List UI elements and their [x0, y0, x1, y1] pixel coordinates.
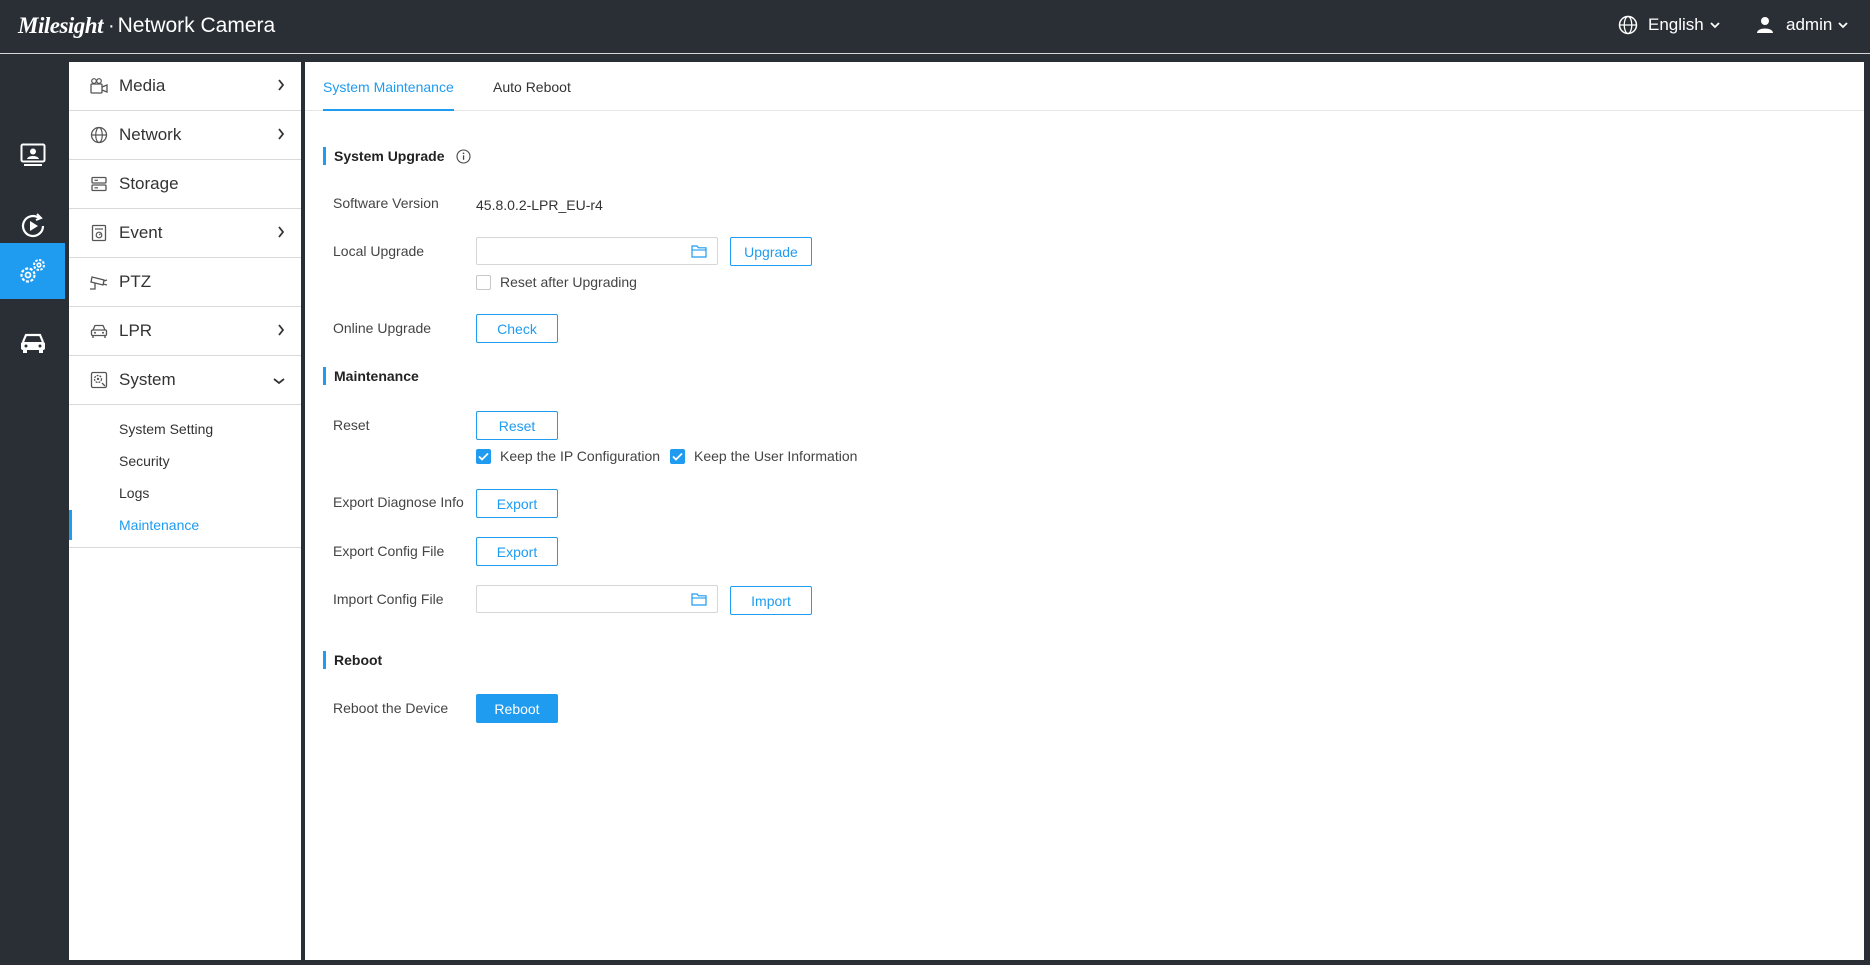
local-upgrade-file-input[interactable]: [476, 237, 718, 265]
rail-live-view[interactable]: [0, 127, 65, 183]
tab-bar: System Maintenance Auto Reboot: [305, 62, 1864, 111]
brand-name: Milesight: [18, 13, 103, 38]
reset-after-upgrading-label: Reset after Upgrading: [500, 274, 637, 290]
export-config-label: Export Config File: [333, 543, 445, 559]
reset-after-upgrading-checkbox[interactable]: Reset after Upgrading: [476, 274, 637, 290]
system-icon: [89, 370, 109, 390]
sidebar-item-label: LPR: [119, 321, 153, 340]
section-title-text: Reboot: [334, 652, 383, 668]
sidebar-item-label: PTZ: [119, 272, 152, 291]
reboot-device-label: Reboot the Device: [333, 700, 449, 716]
section-title-maintenance: Maintenance: [323, 367, 419, 385]
car-icon: [89, 321, 109, 341]
sidebar-item-storage[interactable]: Storage: [69, 160, 301, 209]
vehicle-icon: [20, 333, 45, 353]
sidebar-item-event[interactable]: Event: [69, 209, 301, 258]
import-config-label: Import Config File: [333, 591, 444, 607]
keep-user-checkbox[interactable]: Keep the User Information: [670, 448, 857, 464]
app-logo[interactable]: Milesight · Network Camera: [18, 10, 275, 42]
settings-icon: [19, 259, 45, 283]
media-icon: [89, 76, 109, 96]
user-name: admin: [1786, 15, 1833, 34]
online-upgrade-label: Online Upgrade: [333, 320, 432, 336]
sidebar-subitem-maintenance[interactable]: Maintenance: [69, 509, 301, 541]
sidebar: Media Network Storage Event PTZ LPR Syst…: [69, 62, 301, 960]
sidebar-item-label: Media: [119, 76, 166, 95]
tab-auto-reboot[interactable]: Auto Reboot: [493, 62, 571, 111]
keep-ip-checkbox[interactable]: Keep the IP Configuration: [476, 448, 660, 464]
sidebar-item-label: Network: [119, 125, 182, 144]
sidebar-item-system[interactable]: System: [69, 356, 301, 405]
system-submenu: System Setting Security Logs Maintenance: [69, 405, 301, 548]
chevron-down-icon: [1838, 22, 1848, 29]
import-config-file-input[interactable]: [476, 585, 718, 613]
sidebar-item-network[interactable]: Network: [69, 111, 301, 160]
keep-ip-label: Keep the IP Configuration: [500, 448, 661, 464]
icon-rail: [0, 55, 65, 965]
export-diagnose-label: Export Diagnose Info: [333, 494, 464, 510]
folder-icon[interactable]: [691, 244, 707, 258]
sidebar-subitem-security[interactable]: Security: [69, 445, 301, 477]
section-title-reboot: Reboot: [323, 651, 382, 669]
chevron-down-icon: [273, 378, 285, 385]
upgrade-button[interactable]: Upgrade: [730, 237, 812, 266]
info-icon[interactable]: [456, 148, 472, 164]
import-button[interactable]: Import: [730, 586, 812, 615]
globe-icon: [89, 125, 109, 145]
export-config-button[interactable]: Export: [476, 537, 558, 566]
checkbox-checked[interactable]: [476, 448, 491, 464]
top-bar: Milesight · Network Camera English admin: [0, 0, 1870, 54]
keep-user-label: Keep the User Information: [694, 448, 858, 464]
sidebar-item-lpr[interactable]: LPR: [69, 307, 301, 356]
playback-icon: [21, 213, 44, 238]
ptz-icon: [89, 272, 109, 292]
sidebar-item-ptz[interactable]: PTZ: [69, 258, 301, 307]
rail-settings[interactable]: [0, 243, 65, 299]
section-title-text: System Upgrade: [334, 148, 445, 164]
reboot-button[interactable]: Reboot: [476, 694, 558, 723]
chevron-right-icon: [278, 79, 285, 91]
globe-icon: [1618, 15, 1638, 35]
product-name: Network Camera: [117, 14, 276, 37]
language-selector[interactable]: English: [1618, 12, 1730, 38]
sidebar-item-label: Event: [119, 223, 163, 242]
chevron-right-icon: [278, 226, 285, 238]
sidebar-subitem-system-setting[interactable]: System Setting: [69, 413, 301, 445]
language-label: English: [1648, 15, 1704, 34]
chevron-right-icon: [278, 324, 285, 336]
software-version-label: Software Version: [333, 195, 439, 211]
chevron-down-icon: [1710, 22, 1720, 29]
sidebar-item-label: Storage: [119, 174, 179, 193]
live-view-icon: [20, 143, 45, 166]
sidebar-item-label: System: [119, 370, 176, 389]
chevron-right-icon: [278, 128, 285, 140]
section-title-system-upgrade: System Upgrade: [323, 147, 472, 165]
event-icon: [89, 223, 109, 243]
check-button[interactable]: Check: [476, 314, 558, 343]
folder-icon[interactable]: [691, 592, 707, 606]
user-icon: [1757, 17, 1773, 33]
main-panel: System Maintenance Auto Reboot System Up…: [305, 62, 1864, 960]
local-upgrade-label: Local Upgrade: [333, 243, 425, 259]
tab-system-maintenance[interactable]: System Maintenance: [323, 62, 454, 111]
sidebar-item-media[interactable]: Media: [69, 62, 301, 111]
rail-vehicle[interactable]: [0, 315, 65, 371]
reset-button[interactable]: Reset: [476, 411, 558, 440]
reset-label: Reset: [333, 417, 370, 433]
user-menu[interactable]: admin: [1756, 12, 1860, 38]
export-diagnose-button[interactable]: Export: [476, 489, 558, 518]
storage-icon: [89, 174, 109, 194]
brand-separator: ·: [107, 14, 115, 37]
checkbox-checked[interactable]: [670, 448, 685, 464]
software-version-value: 45.8.0.2-LPR_EU-r4: [476, 197, 603, 213]
checkbox-unchecked[interactable]: [476, 274, 491, 290]
section-title-text: Maintenance: [334, 368, 419, 384]
sidebar-subitem-logs[interactable]: Logs: [69, 477, 301, 509]
